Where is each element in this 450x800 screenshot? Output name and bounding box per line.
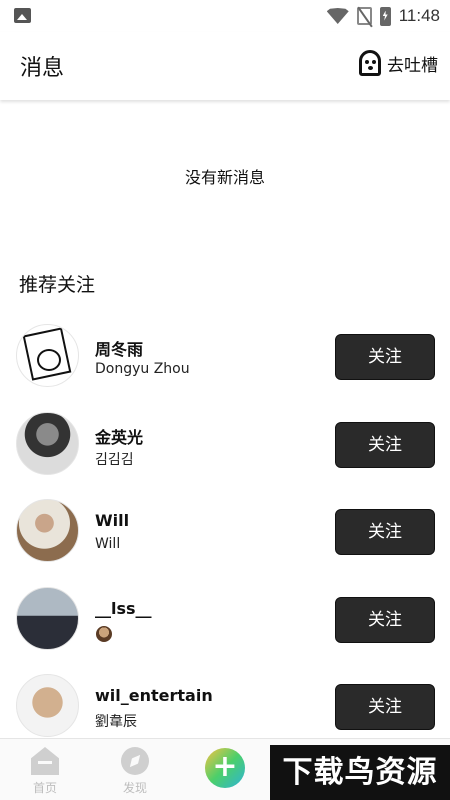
avatar[interactable] — [16, 411, 79, 475]
status-bar: 11:48 — [0, 0, 450, 32]
wifi-icon — [326, 8, 349, 24]
complain-label: 去吐槽 — [387, 55, 438, 76]
user-subtitle: Will — [95, 536, 121, 552]
user-name: 金英光 — [95, 427, 144, 447]
follow-button[interactable]: 关注 — [335, 596, 435, 643]
user-subtitle: 김김김 — [95, 451, 134, 468]
status-time: 11:48 — [398, 6, 440, 25]
user-subtitle: Dongyu Zhou — [95, 361, 190, 377]
list-item[interactable]: 周冬雨 Dongyu Zhou 关注 — [0, 320, 450, 408]
avatar[interactable] — [16, 586, 79, 650]
follow-button[interactable]: 关注 — [335, 334, 435, 380]
user-subtitle-emoji — [96, 625, 112, 642]
avatar[interactable] — [16, 324, 79, 387]
tab-home-label: 首页 — [32, 781, 57, 795]
battery-charging-icon — [379, 6, 391, 26]
home-icon — [31, 747, 59, 775]
user-name: wil_entertain — [95, 686, 213, 705]
avatar[interactable] — [16, 499, 79, 562]
watermark-logo: 下载鸟资源 — [270, 745, 450, 800]
user-name: __lss__ — [95, 598, 152, 618]
compass-icon — [121, 747, 149, 775]
tab-discover[interactable]: 发现 — [100, 747, 170, 796]
recommend-list: 周冬雨 Dongyu Zhou 关注 金英光 김김김 关注 Will Will … — [0, 320, 450, 758]
recommend-section-title: 推荐关注 — [19, 274, 96, 296]
user-subtitle: 劉韋辰 — [95, 714, 137, 730]
avatar[interactable] — [16, 674, 79, 737]
list-item[interactable]: Will Will 关注 — [0, 495, 450, 583]
ghost-icon — [359, 50, 381, 76]
empty-message: 没有新消息 — [184, 168, 265, 187]
user-name: Will — [95, 511, 130, 530]
image-notification-icon — [14, 8, 31, 23]
tab-home[interactable]: 首页 — [10, 747, 80, 796]
follow-button[interactable]: 关注 — [335, 509, 435, 555]
page-title: 消息 — [20, 56, 65, 81]
complain-button[interactable]: 去吐槽 — [359, 50, 438, 76]
add-button[interactable]: + — [205, 748, 245, 788]
follow-button[interactable]: 关注 — [335, 684, 435, 730]
no-sim-icon — [356, 7, 372, 25]
top-header: 消息 去吐槽 — [0, 32, 450, 100]
tab-discover-label: 发现 — [122, 781, 147, 795]
list-item[interactable]: __lss__ 关注 — [0, 583, 450, 671]
follow-button[interactable]: 关注 — [335, 421, 435, 468]
list-item[interactable]: 金英光 김김김 关注 — [0, 408, 450, 496]
user-name: 周冬雨 — [95, 340, 144, 359]
